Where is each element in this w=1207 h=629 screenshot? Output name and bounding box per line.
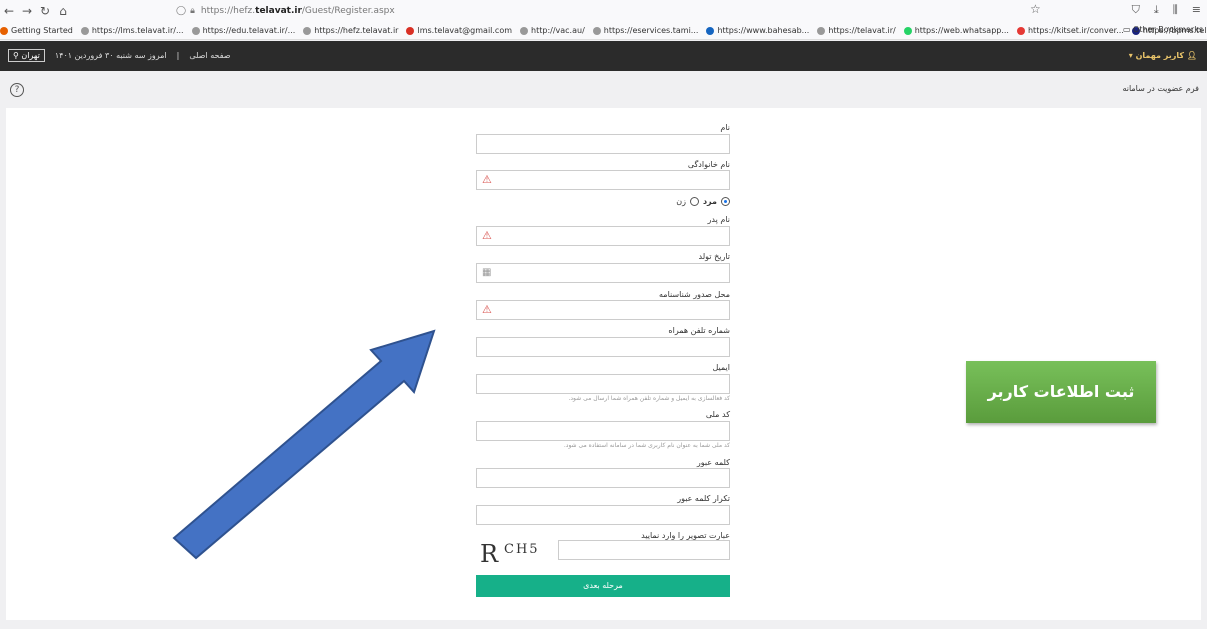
site-icon xyxy=(706,26,715,35)
nid-hint: کد ملی شما به عنوان نام کاربری شما در سا… xyxy=(563,442,730,449)
bookmark-item[interactable]: https://web.whatsapp... xyxy=(903,26,1009,35)
repassword-input[interactable] xyxy=(476,505,730,525)
calendar-icon[interactable]: ▦ xyxy=(482,267,491,278)
annotation-badge: ثبت اطلاعات کاربر xyxy=(966,361,1156,423)
today-date: امروز سه شنبه ۳۰ فروردین ۱۴۰۱ xyxy=(54,51,167,60)
site-icon xyxy=(80,26,89,35)
shield-icon: ◯ xyxy=(176,6,187,16)
url-text: https://hefz.telavat.ir/Guest/Register.a… xyxy=(200,6,395,16)
reload-icon[interactable]: ↻ xyxy=(36,4,54,18)
password-label: کلمه عبور xyxy=(696,458,730,467)
bookmark-item[interactable]: https://edu.telavat.ir/... xyxy=(191,26,295,35)
site-icon xyxy=(592,26,601,35)
folder-icon: ▭ xyxy=(1122,25,1131,34)
bookmark-star-icon[interactable]: ☆ xyxy=(1030,2,1041,16)
email-label: ایمیل xyxy=(712,363,730,372)
user-icon: 👤︎ xyxy=(1186,51,1197,60)
firefox-icon xyxy=(0,26,8,35)
gender-female-label: زن xyxy=(676,197,686,206)
download-icon[interactable]: ⤓ xyxy=(1154,3,1159,17)
gender-radio-group: مرد زن xyxy=(476,197,730,206)
library-icon[interactable]: ⫼ xyxy=(1173,3,1178,17)
warning-icon: ⚠ xyxy=(482,303,492,316)
birth-input[interactable]: ▦ xyxy=(476,263,730,283)
gender-male-label: مرد xyxy=(702,197,717,206)
bookmark-item[interactable]: https://lms.telavat.ir/... xyxy=(80,26,184,35)
site-icon xyxy=(520,26,529,35)
bookmark-item[interactable]: Getting Started xyxy=(0,26,73,35)
forward-icon[interactable]: → xyxy=(18,4,36,18)
home-icon[interactable]: ⌂ xyxy=(54,4,72,18)
warning-icon: ⚠ xyxy=(482,229,492,242)
other-bookmarks[interactable]: ▭ Other Bookmarks xyxy=(1123,25,1203,34)
name-label: نام xyxy=(720,123,730,132)
repassword-label: تکرار کلمه عبور xyxy=(677,494,730,503)
back-icon[interactable]: ← xyxy=(0,4,18,18)
bookmarks-bar: Getting Started https://lms.telavat.ir/.… xyxy=(0,22,1207,40)
email-hint: کد فعالسازی به ایمیل و شماره تلفن همراه … xyxy=(568,395,730,402)
site-icon xyxy=(1016,26,1025,35)
gender-female-radio[interactable] xyxy=(689,197,699,206)
father-input[interactable]: ⚠ xyxy=(476,226,730,246)
email-input[interactable] xyxy=(476,374,730,394)
site-icon xyxy=(817,26,826,35)
birthplace-label: محل صدور شناسنامه xyxy=(659,290,730,299)
help-icon[interactable]: ? xyxy=(10,83,24,97)
name-input[interactable] xyxy=(476,134,730,154)
home-link[interactable]: صفحه اصلی xyxy=(189,51,230,60)
family-label: نام خانوادگی xyxy=(687,160,730,169)
site-icon xyxy=(191,26,200,35)
bookmark-item[interactable]: https://eservices.tami... xyxy=(592,26,698,35)
page-title: فرم عضویت در سامانه xyxy=(1122,84,1199,93)
separator: | xyxy=(176,51,180,60)
whatsapp-icon xyxy=(903,26,912,35)
birth-label: تاریخ تولد xyxy=(698,252,730,261)
father-label: نام پدر xyxy=(707,215,730,224)
site-icon xyxy=(303,26,312,35)
password-input[interactable] xyxy=(476,468,730,488)
help-row: ? فرم عضویت در سامانه xyxy=(0,71,1207,104)
arrow-shape xyxy=(172,329,436,560)
lock-icon: 🔒︎ xyxy=(190,6,195,16)
captcha-image: R CH5 xyxy=(476,538,554,568)
family-input[interactable]: ⚠ xyxy=(476,170,730,190)
bookmark-item[interactable]: http://vac.au/ xyxy=(520,26,585,35)
nid-input[interactable] xyxy=(476,421,730,441)
bookmark-item[interactable]: https://telavat.ir/ xyxy=(817,26,896,35)
form-panel: نام نام خانوادگی ⚠ مرد زن نام پدر ⚠ تاری… xyxy=(6,108,1201,620)
nid-label: کد ملی xyxy=(705,410,730,419)
user-menu[interactable]: 👤︎ کاربر مهمان ▾ xyxy=(1129,51,1197,60)
next-step-button[interactable]: مرحله بعدی xyxy=(476,575,730,597)
bookmark-item[interactable]: https://www.bahesab... xyxy=(706,26,809,35)
pocket-icon[interactable]: ⛉ xyxy=(1132,3,1140,17)
captcha-char: R xyxy=(480,540,499,568)
mobile-input[interactable] xyxy=(476,337,730,357)
captcha-input[interactable] xyxy=(558,540,730,560)
bookmark-item[interactable]: https://hefz.telavat.ir xyxy=(303,26,398,35)
gmail-icon xyxy=(406,26,415,35)
city-button[interactable]: تهران ⚲ xyxy=(8,49,45,62)
bookmark-item[interactable]: lms.telavat@gmail.com xyxy=(406,26,512,35)
warning-icon: ⚠ xyxy=(482,173,492,186)
caret-down-icon: ▾ xyxy=(1128,51,1133,60)
mobile-label: شماره تلفن همراه xyxy=(668,326,730,335)
birthplace-input[interactable]: ⚠ xyxy=(476,300,730,320)
gender-male-radio[interactable] xyxy=(721,197,730,206)
captcha-chars: CH5 xyxy=(504,542,540,557)
url-bar[interactable]: ◯ 🔒︎ https://hefz.telavat.ir/Guest/Regis… xyxy=(176,3,1046,19)
location-icon: ⚲ xyxy=(13,51,19,60)
menu-icon[interactable]: ≡ xyxy=(1192,3,1201,17)
site-topbar: 👤︎ کاربر مهمان ▾ صفحه اصلی | امروز سه شن… xyxy=(0,41,1207,71)
bookmark-item[interactable]: https://kitset.ir/conver... xyxy=(1016,26,1124,35)
annotation-arrow-icon xyxy=(172,329,436,560)
browser-toolbar: ← → ↻ ⌂ ◯ 🔒︎ https://hefz.telavat.ir/Gue… xyxy=(0,0,1207,22)
